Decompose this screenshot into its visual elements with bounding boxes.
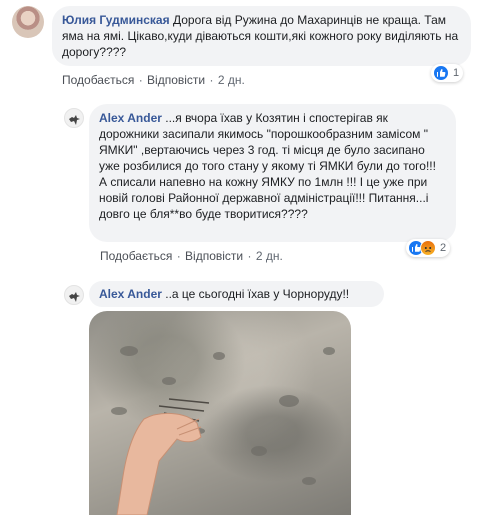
avatar[interactable]	[64, 108, 84, 128]
comment-actions: Подобається · Відповісти · 2 дн.	[100, 249, 283, 263]
comment-text: ..а це сьогодні їхав у Чорноруду!!	[165, 287, 350, 301]
comment-actions: Подобається · Відповісти · 2 дн.	[62, 73, 245, 87]
comment-bubble: Юлия Гудминская Дорога від Ружина до Мах…	[52, 6, 471, 66]
comment-author[interactable]: Alex Ander	[99, 287, 162, 301]
road-photo	[111, 346, 335, 515]
comment-text: ...я вчора їхав у Козятин і спостерігав …	[99, 111, 436, 221]
comment-timestamp[interactable]: 2 дн.	[218, 73, 245, 87]
comment-timestamp[interactable]: 2 дн.	[256, 249, 283, 263]
like-link[interactable]: Подобається	[100, 249, 172, 263]
like-link[interactable]: Подобається	[62, 73, 134, 87]
reply-link[interactable]: Відповісти	[147, 73, 205, 87]
avatar[interactable]	[64, 285, 84, 305]
comment-author[interactable]: Юлия Гудминская	[62, 13, 170, 27]
comment-author[interactable]: Alex Ander	[99, 111, 162, 125]
reactions-summary[interactable]: 2	[406, 239, 450, 257]
reactions-summary[interactable]: 1	[431, 64, 463, 82]
reaction-count: 2	[440, 242, 447, 254]
avatar[interactable]	[12, 6, 44, 38]
angry-reaction-icon	[420, 240, 436, 256]
like-reaction-icon	[433, 65, 449, 81]
reply-link[interactable]: Відповісти	[185, 249, 243, 263]
comment-bubble: Alex Ander ..а це сьогодні їхав у Чорнор…	[89, 281, 384, 307]
comment-photo[interactable]	[89, 311, 351, 515]
reaction-count: 1	[453, 67, 460, 79]
comment-bubble: Alex Ander ...я вчора їхав у Козятин і с…	[89, 104, 456, 242]
